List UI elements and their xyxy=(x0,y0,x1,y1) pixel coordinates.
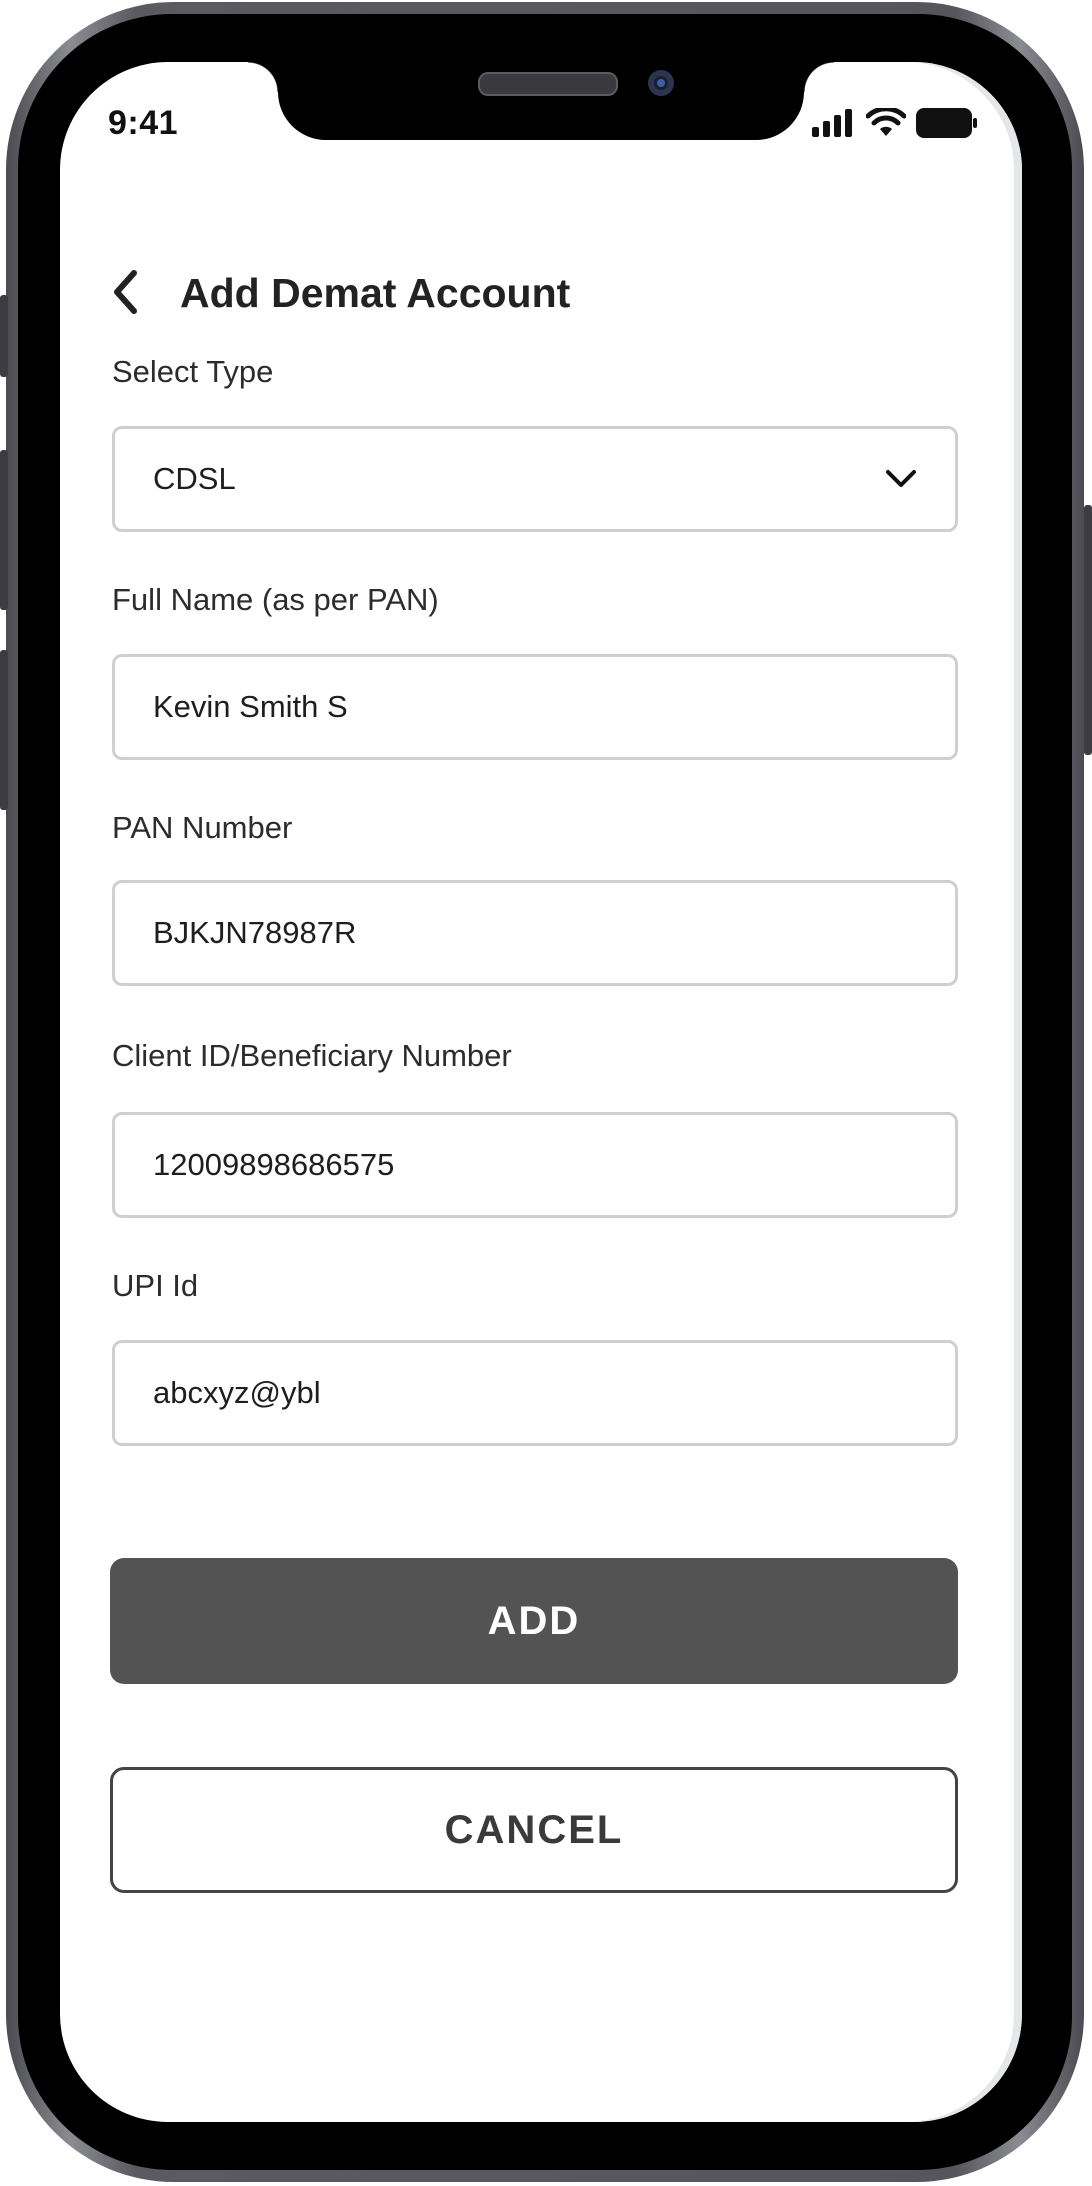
page-header: Add Demat Account xyxy=(60,252,1022,332)
pan-number-field[interactable]: BJKJN78987R xyxy=(112,880,958,986)
chevron-down-icon xyxy=(886,470,916,487)
full-name-field[interactable]: Kevin Smith S xyxy=(112,654,958,760)
upi-id-value: abcxyz@ybl xyxy=(153,1375,321,1410)
select-type-value: CDSL xyxy=(153,461,236,496)
back-button[interactable] xyxy=(100,264,150,320)
cellular-signal-icon xyxy=(812,109,852,137)
pan-number-value: BJKJN78987R xyxy=(153,915,357,950)
volume-up-button xyxy=(0,450,8,610)
volume-down-button xyxy=(0,650,8,810)
pan-number-label: PAN Number xyxy=(112,810,293,845)
select-type-dropdown[interactable]: CDSL xyxy=(112,426,958,532)
status-time: 9:41 xyxy=(108,104,179,142)
client-id-value: 12009898686575 xyxy=(153,1147,395,1182)
mute-switch xyxy=(0,295,8,377)
select-type-label: Select Type xyxy=(112,354,274,389)
upi-id-field[interactable]: abcxyz@ybl xyxy=(112,1340,958,1446)
wifi-icon xyxy=(866,108,906,136)
upi-id-label: UPI Id xyxy=(112,1268,199,1303)
cancel-button[interactable]: CANCEL xyxy=(110,1767,958,1893)
chevron-left-icon xyxy=(114,270,137,314)
notch xyxy=(248,62,834,140)
power-button xyxy=(1084,505,1092,755)
page-title: Add Demat Account xyxy=(180,270,571,316)
battery-icon xyxy=(916,108,977,138)
full-name-value: Kevin Smith S xyxy=(153,689,348,724)
client-id-label: Client ID/Beneficiary Number xyxy=(112,1038,512,1073)
full-name-label: Full Name (as per PAN) xyxy=(112,582,439,617)
front-camera xyxy=(648,70,674,96)
add-button[interactable]: ADD xyxy=(110,1558,958,1684)
app-screen: 9:41 Add Demat Account Select Type CDSL … xyxy=(60,62,1022,2122)
phone-device: 9:41 Add Demat Account Select Type CDSL … xyxy=(0,0,1092,2186)
status-icons xyxy=(812,106,978,140)
earpiece-speaker xyxy=(478,72,618,96)
client-id-field[interactable]: 12009898686575 xyxy=(112,1112,958,1218)
